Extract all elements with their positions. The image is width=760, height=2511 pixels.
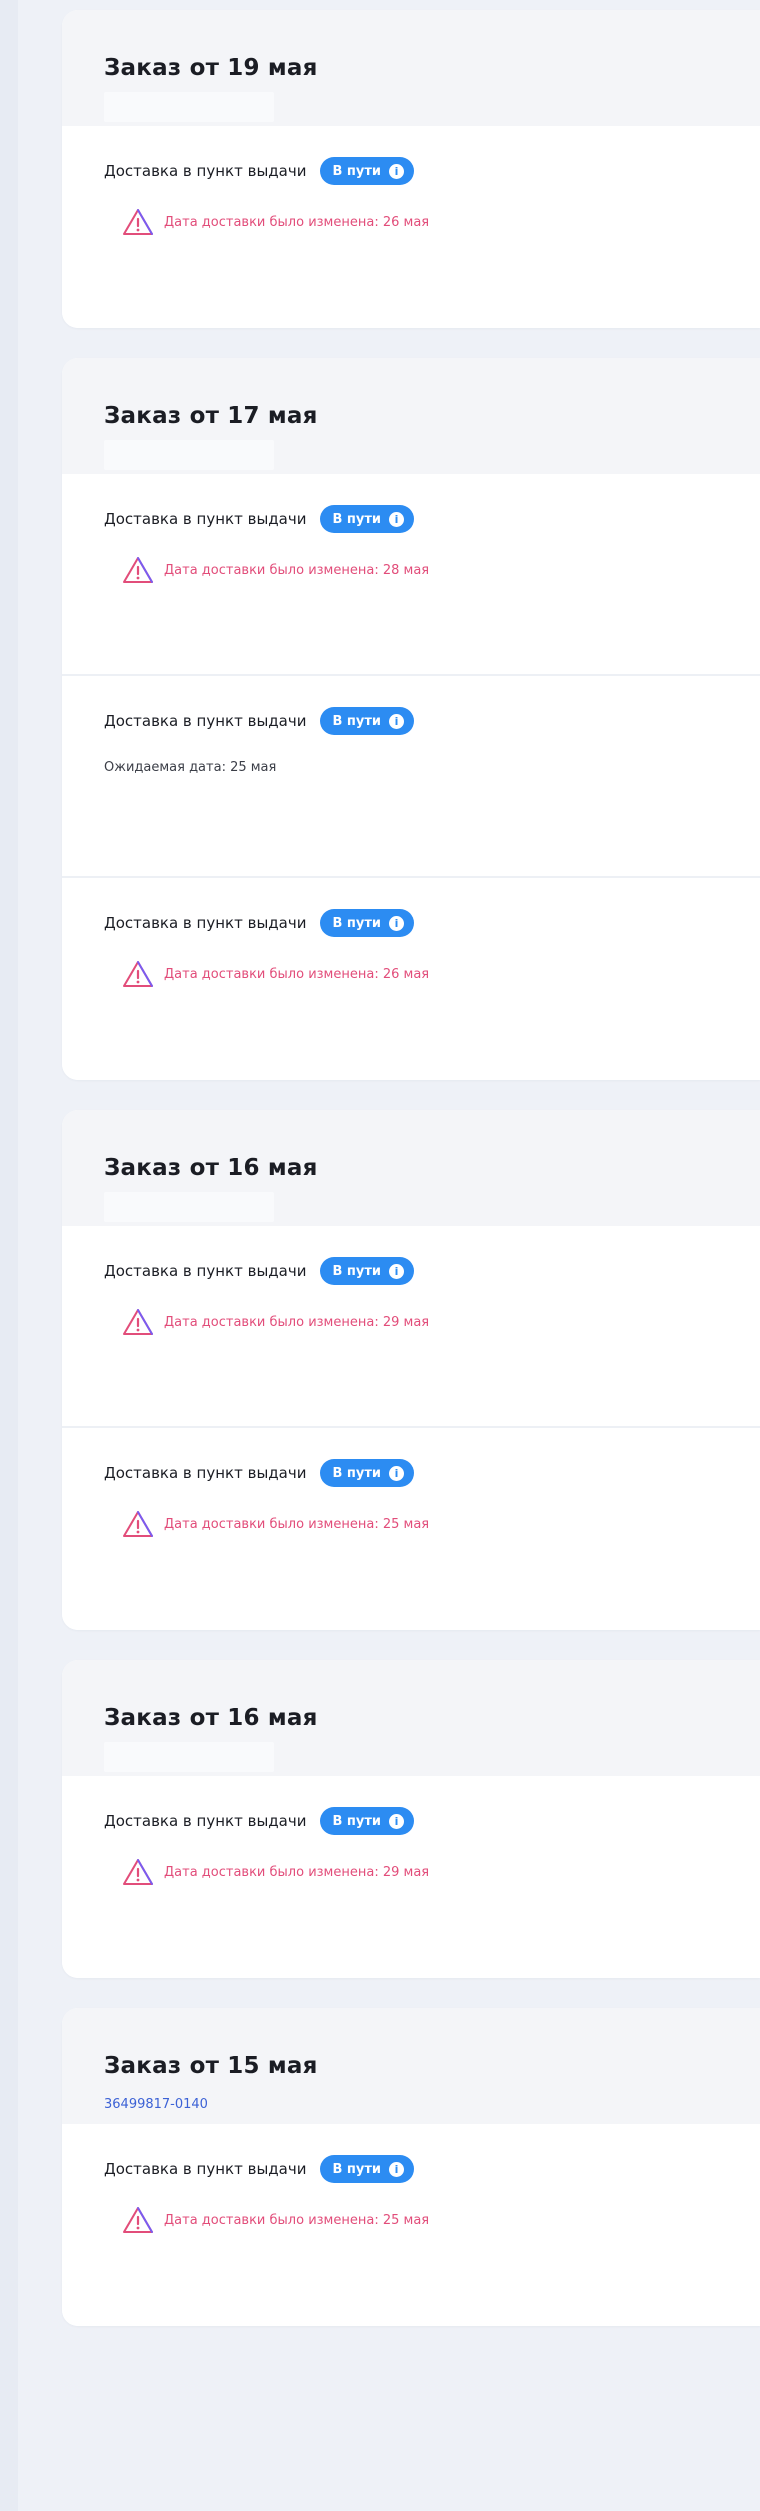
shipment-header: Доставка в пункт выдачи В пути i [104, 2154, 760, 2184]
date-change-warning: Дата доставки было изменена: 26 мая [122, 208, 760, 236]
status-badge: В пути i [320, 1807, 415, 1835]
delivery-type: Доставка в пункт выдачи [104, 914, 307, 932]
order-title: Заказ от 17 мая [104, 403, 318, 429]
warning-triangle-icon [122, 556, 154, 584]
warning-text: Дата доставки было изменена: 28 мая [164, 562, 430, 578]
status-label: В пути [332, 1813, 382, 1829]
shipment-header: Доставка в пункт выдачи В пути i [104, 504, 760, 534]
order-header: Заказ от 17 мая [62, 358, 760, 474]
info-icon[interactable]: i [389, 713, 405, 729]
warning-text: Дата доставки было изменена: 29 мая [164, 1864, 430, 1880]
order-card: Заказ от 16 мая Доставка в пункт выдачи В … [62, 1660, 760, 1978]
warning-text: Дата доставки было изменена: 25 мая [164, 1516, 430, 1532]
status-badge: В пути i [320, 707, 415, 735]
status-badge: В пути i [320, 2155, 415, 2183]
shipment-row[interactable]: Доставка в пункт выдачи В пути i Дата доста… [62, 1226, 760, 1428]
order-number-link[interactable]: 36499817-0140 [104, 2090, 274, 2120]
shipment-header: Доставка в пункт выдачи В пути i [104, 1458, 760, 1488]
info-icon[interactable]: i [389, 1813, 405, 1829]
status-label: В пути [332, 1263, 382, 1279]
shipment-row[interactable]: Доставка в пункт выдачи В пути i Дата доста… [62, 878, 760, 1080]
order-card: Заказ от 15 мая 36499817-0140 Доставка в п… [62, 2008, 760, 2326]
shipment-row[interactable]: Доставка в пункт выдачи В пути i Дата доста… [62, 1428, 760, 1630]
status-label: В пути [332, 1465, 382, 1481]
status-badge: В пути i [320, 505, 415, 533]
status-badge: В пути i [320, 1257, 415, 1285]
warning-text: Дата доставки было изменена: 26 мая [164, 214, 430, 230]
shipment-header: Доставка в пункт выдачи В пути i [104, 706, 760, 736]
order-header: Заказ от 15 мая 36499817-0140 [62, 2008, 760, 2124]
order-card: Заказ от 19 мая Доставка в пункт выдачи В … [62, 10, 760, 328]
status-label: В пути [332, 511, 382, 527]
status-badge: В пути i [320, 157, 415, 185]
order-title: Заказ от 15 мая [104, 2053, 318, 2079]
order-number-link[interactable] [104, 440, 274, 470]
info-icon[interactable]: i [389, 915, 405, 931]
order-title: Заказ от 19 мая [104, 55, 318, 81]
order-number-link[interactable] [104, 1192, 274, 1222]
warning-triangle-icon [122, 960, 154, 988]
expected-date: Ожидаемая дата: 25 мая [104, 760, 277, 775]
date-change-warning: Дата доставки было изменена: 29 мая [122, 1308, 760, 1336]
order-number-link[interactable] [104, 92, 274, 122]
status-label: В пути [332, 2161, 382, 2177]
order-header: Заказ от 19 мая [62, 10, 760, 126]
info-icon[interactable]: i [389, 2161, 405, 2177]
order-title: Заказ от 16 мая [104, 1705, 318, 1731]
info-icon[interactable]: i [389, 163, 405, 179]
shipment-row[interactable]: Доставка в пункт выдачи В пути i Дата доста… [62, 474, 760, 676]
delivery-type: Доставка в пункт выдачи [104, 1464, 307, 1482]
shipment-header: Доставка в пункт выдачи В пути i [104, 1256, 760, 1286]
warning-text: Дата доставки было изменена: 26 мая [164, 966, 430, 982]
page-left-strip [0, 0, 18, 2511]
status-badge: В пути i [320, 909, 415, 937]
shipment-header: Доставка в пункт выдачи В пути i [104, 1806, 760, 1836]
delivery-type: Доставка в пункт выдачи [104, 1812, 307, 1830]
shipment-row[interactable]: Доставка в пункт выдачи В пути i Дата доста… [62, 2124, 760, 2326]
delivery-type: Доставка в пункт выдачи [104, 2160, 307, 2178]
order-title: Заказ от 16 мая [104, 1155, 318, 1181]
shipment-header: Доставка в пункт выдачи В пути i [104, 156, 760, 186]
date-change-warning: Дата доставки было изменена: 29 мая [122, 1858, 760, 1886]
warning-text: Дата доставки было изменена: 25 мая [164, 2212, 430, 2228]
status-label: В пути [332, 163, 382, 179]
warning-text: Дата доставки было изменена: 29 мая [164, 1314, 430, 1330]
date-change-warning: Дата доставки было изменена: 28 мая [122, 556, 760, 584]
status-label: В пути [332, 713, 382, 729]
date-change-warning: Дата доставки было изменена: 25 мая [122, 2206, 760, 2234]
shipment-row[interactable]: Доставка в пункт выдачи В пути i Ожидаемая … [62, 676, 760, 878]
warning-triangle-icon [122, 208, 154, 236]
order-number-link[interactable] [104, 1742, 274, 1772]
status-label: В пути [332, 915, 382, 931]
date-change-warning: Дата доставки было изменена: 26 мая [122, 960, 760, 988]
orders-list: Заказ от 19 мая Доставка в пункт выдачи В … [62, 10, 760, 2356]
delivery-type: Доставка в пункт выдачи [104, 162, 307, 180]
order-header: Заказ от 16 мая [62, 1660, 760, 1776]
info-icon[interactable]: i [389, 1263, 405, 1279]
shipment-header: Доставка в пункт выдачи В пути i [104, 908, 760, 938]
warning-triangle-icon [122, 1510, 154, 1538]
order-header: Заказ от 16 мая [62, 1110, 760, 1226]
delivery-type: Доставка в пункт выдачи [104, 712, 307, 730]
info-icon[interactable]: i [389, 1465, 405, 1481]
delivery-type: Доставка в пункт выдачи [104, 1262, 307, 1280]
warning-triangle-icon [122, 1858, 154, 1886]
info-icon[interactable]: i [389, 511, 405, 527]
delivery-type: Доставка в пункт выдачи [104, 510, 307, 528]
shipment-row[interactable]: Доставка в пункт выдачи В пути i Дата доста… [62, 126, 760, 328]
shipment-row[interactable]: Доставка в пункт выдачи В пути i Дата доста… [62, 1776, 760, 1978]
warning-triangle-icon [122, 2206, 154, 2234]
date-change-warning: Дата доставки было изменена: 25 мая [122, 1510, 760, 1538]
order-card: Заказ от 17 мая Доставка в пункт выдачи В … [62, 358, 760, 1080]
warning-triangle-icon [122, 1308, 154, 1336]
status-badge: В пути i [320, 1459, 415, 1487]
order-card: Заказ от 16 мая Доставка в пункт выдачи В … [62, 1110, 760, 1630]
